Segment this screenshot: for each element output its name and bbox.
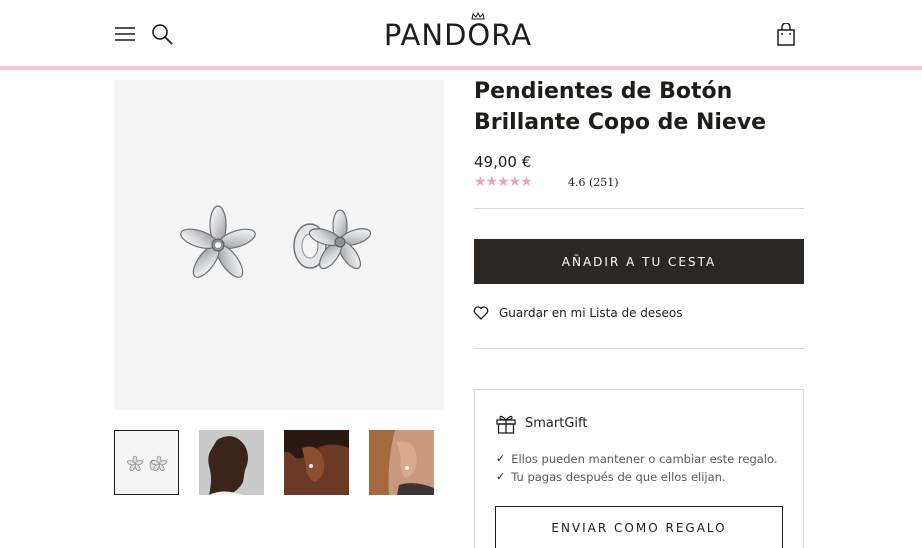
search-button[interactable]: [150, 22, 174, 46]
thumbnail-ear-dark[interactable]: [284, 430, 349, 495]
smartgift-benefit-text: Ellos pueden mantener o cambiar este reg…: [511, 452, 778, 466]
smartgift-benefit: ✓ Tu pagas después de que ellos elijan.: [496, 470, 726, 484]
earrings-image: [180, 205, 372, 278]
product-title: Pendientes de Botón Brillante Copo de Ni…: [474, 79, 767, 135]
logo-text: PANDORA: [383, 18, 533, 52]
checkmark-icon: ✓: [496, 452, 506, 465]
gift-icon: [496, 415, 516, 434]
smartgift-benefit: ✓ Ellos pueden mantener o cambiar este r…: [496, 452, 778, 466]
shopping-bag-icon: [777, 23, 795, 46]
thumbnail-ear-light[interactable]: [369, 430, 434, 495]
smartgift-title: SmartGift: [525, 415, 588, 431]
menu-button[interactable]: [113, 23, 137, 45]
earrings-thumbnail-image: [127, 455, 167, 471]
header-accent-bar: [0, 66, 922, 70]
ear-closeup-light-image: [369, 430, 434, 495]
menu-icon: [115, 27, 135, 41]
rating-stars[interactable]: ★★★★★: [474, 174, 533, 190]
thumbnail-model-profile[interactable]: [199, 430, 264, 495]
cart-button[interactable]: [774, 22, 798, 48]
divider: [474, 348, 804, 349]
site-header: PANDORA: [0, 0, 922, 66]
wishlist-link[interactable]: Guardar en mi Lista de deseos: [473, 306, 683, 320]
heart-icon: [473, 306, 489, 320]
wishlist-label: Guardar en mi Lista de deseos: [499, 306, 683, 320]
product-price: 49,00 €: [474, 153, 532, 171]
send-as-gift-button[interactable]: ENVIAR COMO REGALO: [495, 506, 783, 548]
search-icon: [152, 24, 173, 45]
add-to-cart-button[interactable]: AÑADIR A TU CESTA: [474, 239, 804, 284]
smartgift-benefit-text: Tu pagas después de que ellos elijan.: [511, 470, 726, 484]
pandora-logo[interactable]: PANDORA: [377, 12, 539, 52]
rating-summary[interactable]: 4.6 (251): [568, 176, 619, 189]
smartgift-header: SmartGift: [495, 412, 587, 434]
product-main-image[interactable]: [114, 80, 444, 410]
ear-closeup-dark-image: [284, 430, 349, 495]
model-profile-image: [199, 430, 264, 495]
checkmark-icon: ✓: [496, 470, 506, 483]
thumbnail-earrings[interactable]: [114, 430, 179, 495]
divider: [474, 208, 804, 209]
smartgift-panel: SmartGift ✓ Ellos pueden mantener o camb…: [474, 389, 804, 548]
